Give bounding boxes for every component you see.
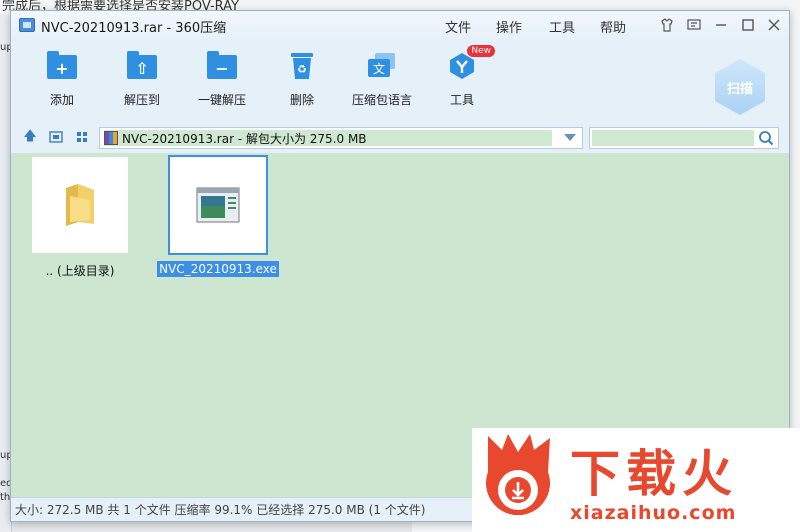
up-arrow-icon[interactable]: 🡅 xyxy=(23,130,37,144)
close-icon[interactable] xyxy=(764,15,784,35)
recycle-bin-icon: ♻ xyxy=(285,51,319,81)
list-view-icon[interactable] xyxy=(75,130,89,144)
rar-archive-icon xyxy=(104,131,118,145)
scan-button[interactable]: 扫描 xyxy=(715,59,765,115)
skin-icon[interactable] xyxy=(657,15,677,35)
delete-button[interactable]: ♻ 删除 xyxy=(267,51,337,113)
menu-operation[interactable]: 操作 xyxy=(496,17,522,36)
add-folder-icon: + xyxy=(45,51,79,81)
title-bar: NVC-20210913.rar - 360压缩 文件 操作 工具 帮助 xyxy=(11,11,789,41)
folder-icon xyxy=(32,157,128,253)
search-icon[interactable] xyxy=(758,130,774,146)
chevron-down-icon[interactable] xyxy=(564,134,576,141)
svg-text:♻: ♻ xyxy=(297,63,307,76)
svg-text:文: 文 xyxy=(373,61,385,76)
maximize-icon[interactable] xyxy=(738,15,758,35)
address-bar: 🡅 NVC-20210913.rar - 解包大小为 275.0 MB xyxy=(11,121,789,153)
extract-to-label: 解压到 xyxy=(123,93,160,107)
new-badge: New xyxy=(467,45,495,57)
one-click-extract-label: 一键解压 xyxy=(197,93,246,107)
list-item-exe[interactable]: NVC_20210913.exe xyxy=(157,155,279,277)
minimize-icon[interactable] xyxy=(711,15,731,35)
watermark-brand: 下载火 xyxy=(570,445,738,503)
tools-icon: New xyxy=(445,45,495,81)
path-field[interactable]: NVC-20210913.rar - 解包大小为 275.0 MB xyxy=(99,127,583,149)
feedback-icon[interactable] xyxy=(684,15,704,35)
tools-button[interactable]: New 工具 xyxy=(427,45,497,113)
search-input[interactable] xyxy=(592,130,754,146)
app-icon xyxy=(19,18,35,32)
menu-tools[interactable]: 工具 xyxy=(549,17,575,36)
file-name: .. (上级目录) xyxy=(45,264,115,278)
add-button[interactable]: + 添加 xyxy=(27,51,97,113)
list-item-parent-dir[interactable]: .. (上级目录) xyxy=(25,157,135,280)
window-title: NVC-20210913.rar - 360压缩 xyxy=(41,21,227,36)
exe-file-icon xyxy=(168,155,268,255)
flame-logo-icon xyxy=(486,434,550,516)
one-click-extract-button[interactable]: − 一键解压 xyxy=(187,51,257,113)
extract-to-icon: ⇧ xyxy=(125,51,159,81)
search-box xyxy=(589,127,779,149)
watermark-logo: 下载火 xiazaihuo.com xyxy=(472,428,800,532)
tools-label: 工具 xyxy=(449,93,474,107)
add-label: 添加 xyxy=(49,93,74,107)
menu-help[interactable]: 帮助 xyxy=(600,17,626,36)
language-label: 压缩包语言 xyxy=(351,93,412,107)
path-text: NVC-20210913.rar - 解包大小为 275.0 MB xyxy=(122,131,367,146)
one-click-extract-icon: − xyxy=(205,51,239,81)
language-button[interactable]: 文 压缩包语言 xyxy=(347,51,417,113)
thumbnail-view-icon[interactable] xyxy=(49,130,63,144)
extract-to-button[interactable]: ⇧ 解压到 xyxy=(107,51,177,113)
toolbar: + 添加 ⇧ 解压到 − 一键解压 ♻ 删除 文 压缩包语言 New 工具 扫描 xyxy=(11,41,789,121)
delete-label: 删除 xyxy=(289,93,314,107)
menu-file[interactable]: 文件 xyxy=(445,17,471,36)
watermark-url: xiazaihuo.com xyxy=(570,502,737,524)
file-name: NVC_20210913.exe xyxy=(157,261,279,277)
language-icon: 文 xyxy=(365,51,399,81)
scan-label: 扫描 xyxy=(726,81,753,97)
